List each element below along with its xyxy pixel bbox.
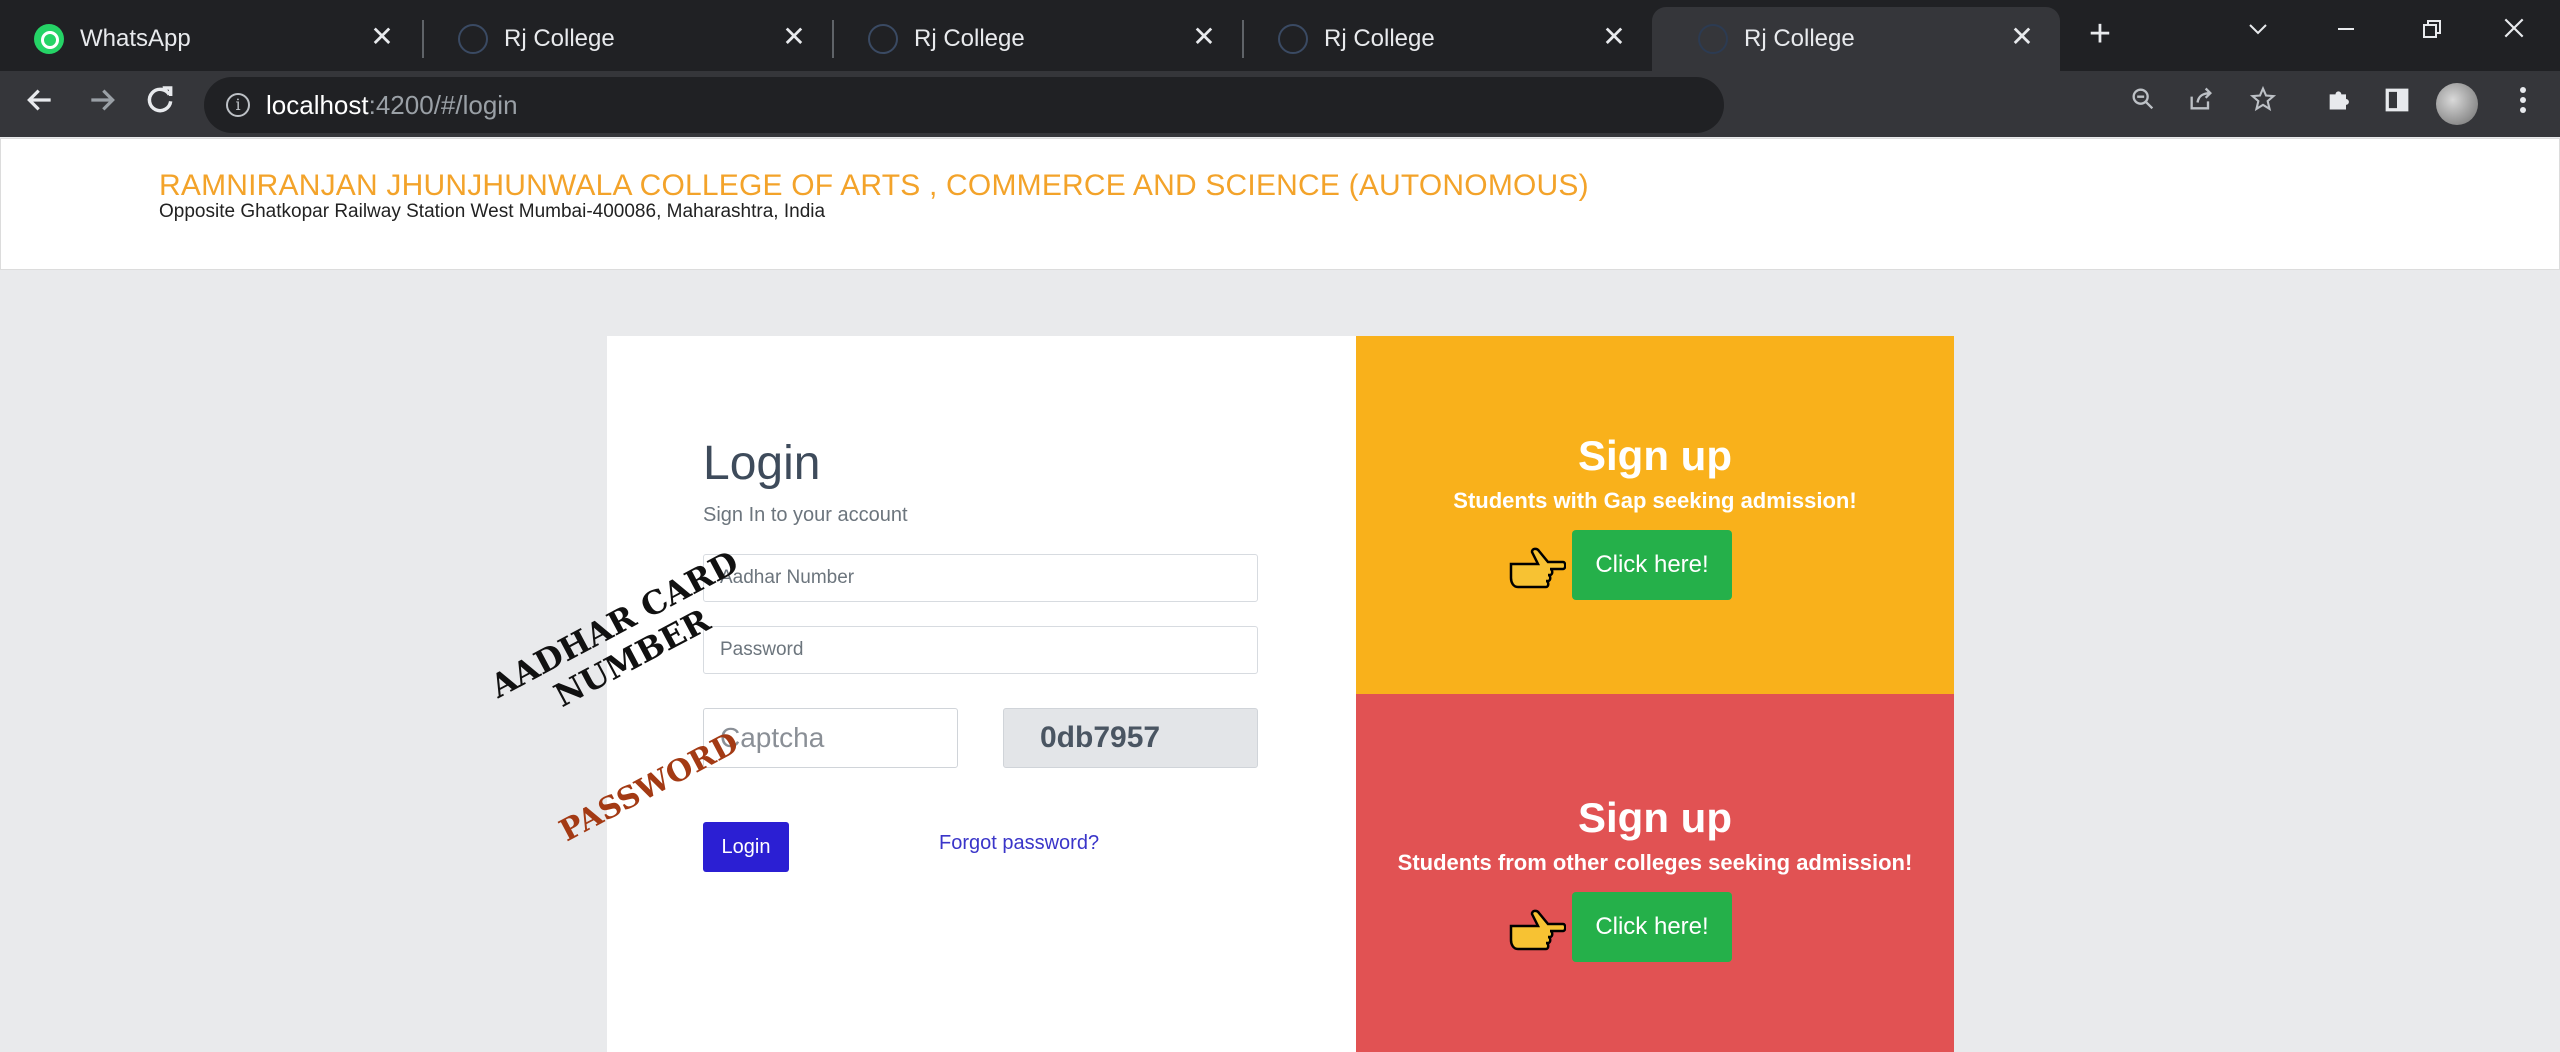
signup-click-here-button[interactable]: Click here! bbox=[1572, 530, 1732, 600]
close-icon[interactable]: ✕ bbox=[1188, 21, 1220, 53]
forward-button[interactable] bbox=[82, 84, 122, 124]
bookmark-button[interactable] bbox=[2244, 85, 2282, 123]
url-host: localhost bbox=[266, 89, 369, 120]
close-icon[interactable]: ✕ bbox=[1598, 21, 1630, 53]
window-close-button[interactable] bbox=[2494, 12, 2534, 52]
forgot-password-link[interactable]: Forgot password? bbox=[939, 832, 1099, 855]
puzzle-icon bbox=[2329, 91, 2349, 110]
signup-title: Sign up bbox=[1578, 432, 1732, 479]
extensions-button[interactable] bbox=[2320, 85, 2358, 123]
close-icon[interactable]: ✕ bbox=[2006, 21, 2038, 53]
signup-click-here-button[interactable]: Click here! bbox=[1572, 892, 1732, 962]
rj-college-favicon-icon bbox=[1278, 24, 1308, 54]
site-header: RAMNIRANJAN JHUNJHUNWALA COLLEGE OF ARTS… bbox=[0, 138, 2560, 270]
tab-search-button[interactable] bbox=[2238, 12, 2278, 52]
back-button[interactable] bbox=[20, 84, 60, 124]
tab-rj-college[interactable]: Rj College ✕ bbox=[834, 7, 1242, 71]
arrow-right-icon bbox=[91, 89, 115, 111]
share-icon bbox=[2190, 87, 2212, 110]
aadhar-number-input[interactable] bbox=[703, 554, 1258, 602]
login-button[interactable]: Login bbox=[703, 822, 789, 872]
college-name: RAMNIRANJAN JHUNJHUNWALA COLLEGE OF ARTS… bbox=[159, 169, 1589, 202]
tab-label: WhatsApp bbox=[80, 25, 191, 52]
tab-whatsapp[interactable]: WhatsApp ✕ bbox=[0, 7, 420, 71]
minimize-button[interactable] bbox=[2326, 12, 2366, 52]
zoom-button[interactable] bbox=[2124, 85, 2162, 123]
browser-toolbar: i localhost:4200/#/login bbox=[0, 71, 2560, 137]
login-title: Login bbox=[703, 437, 821, 490]
reload-icon bbox=[147, 86, 173, 113]
kebab-menu-icon bbox=[2520, 87, 2526, 113]
tab-rj-college[interactable]: Rj College ✕ bbox=[1244, 7, 1652, 71]
tab-label: Rj College bbox=[504, 25, 615, 52]
star-icon bbox=[2249, 85, 2277, 112]
close-icon[interactable]: ✕ bbox=[778, 21, 810, 53]
side-panel-button[interactable] bbox=[2378, 85, 2416, 123]
pointing-hand-icon bbox=[1509, 909, 1566, 951]
tab-rj-college-active[interactable]: Rj College ✕ bbox=[1652, 7, 2060, 71]
zoom-out-icon bbox=[2132, 88, 2154, 110]
address-bar[interactable]: i localhost:4200/#/login bbox=[204, 77, 1724, 133]
url-path: :4200/#/login bbox=[368, 89, 518, 120]
side-panel-icon bbox=[2385, 88, 2409, 112]
signup-subtitle: Students with Gap seeking admission! bbox=[1453, 488, 1857, 513]
minimize-icon bbox=[2338, 28, 2354, 30]
signup-subtitle: Students from other colleges seeking adm… bbox=[1397, 850, 1913, 875]
pointing-hand-icon bbox=[1509, 547, 1566, 589]
signup-panel-gap-students: Sign up Students with Gap seeking admiss… bbox=[1356, 336, 1954, 694]
college-address: Opposite Ghatkopar Railway Station West … bbox=[159, 201, 826, 222]
info-icon[interactable]: i bbox=[226, 93, 250, 117]
close-icon bbox=[2504, 18, 2524, 38]
whatsapp-icon bbox=[34, 24, 64, 54]
restore-button[interactable] bbox=[2412, 12, 2452, 52]
signup-title: Sign up bbox=[1578, 794, 1732, 841]
profile-avatar[interactable] bbox=[2436, 83, 2478, 125]
tab-label: Rj College bbox=[1324, 25, 1435, 52]
restore-icon bbox=[2423, 20, 2441, 38]
login-subtitle: Sign In to your account bbox=[703, 504, 908, 526]
tab-label: Rj College bbox=[1744, 25, 1855, 52]
rj-college-favicon-icon bbox=[868, 24, 898, 54]
arrow-left-icon bbox=[27, 89, 51, 111]
rj-college-favicon-icon bbox=[1698, 24, 1728, 54]
signup-panel-other-colleges: Sign up Students from other colleges see… bbox=[1356, 694, 1954, 1052]
browser-tab-strip: WhatsApp ✕ Rj College ✕ Rj College ✕ Rj … bbox=[0, 0, 2560, 71]
captcha-code: 0db7957 bbox=[1003, 708, 1258, 768]
share-button[interactable] bbox=[2182, 85, 2220, 123]
menu-button[interactable] bbox=[2504, 85, 2542, 123]
new-tab-button[interactable]: + bbox=[2080, 14, 2120, 54]
login-card: Login Sign In to your account 0db7957 Lo… bbox=[607, 336, 1356, 1052]
tab-label: Rj College bbox=[914, 25, 1025, 52]
rj-college-favicon-icon bbox=[458, 24, 488, 54]
close-icon[interactable]: ✕ bbox=[366, 21, 398, 53]
password-input[interactable] bbox=[703, 626, 1258, 674]
reload-button[interactable] bbox=[140, 84, 180, 124]
tab-rj-college[interactable]: Rj College ✕ bbox=[424, 7, 832, 71]
chevron-down-icon bbox=[2249, 24, 2267, 35]
captcha-input[interactable] bbox=[703, 708, 958, 768]
